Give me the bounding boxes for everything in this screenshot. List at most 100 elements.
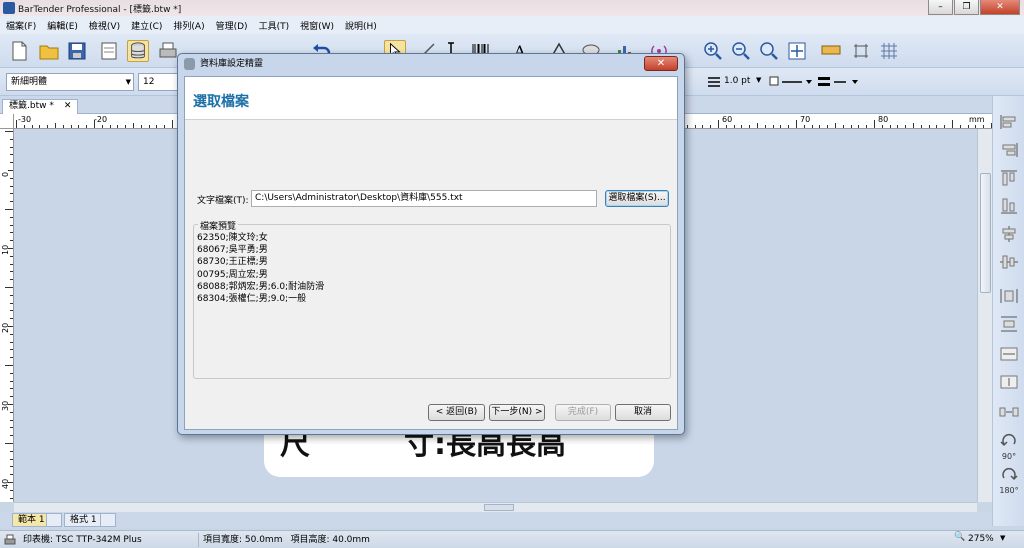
grid-icon[interactable]	[878, 40, 900, 62]
ruler-tick	[733, 125, 735, 128]
close-window-button[interactable]: ✕	[980, 0, 1020, 15]
chevron-down-icon[interactable]: ▼	[756, 76, 761, 84]
align-right-icon[interactable]	[998, 140, 1020, 160]
ruler-tick	[10, 318, 13, 320]
zoom-level[interactable]: 275%	[968, 534, 994, 544]
zoom-out-icon[interactable]	[730, 40, 752, 62]
fill-style-icon[interactable]	[816, 74, 860, 90]
ruler-label: 80	[878, 115, 889, 124]
ruler-tick	[959, 125, 961, 128]
ruler-tick	[944, 125, 946, 128]
font-name-select[interactable]: 新細明體 ▼	[6, 73, 134, 91]
ruler-tick	[8, 170, 13, 171]
fit-page-icon[interactable]	[786, 40, 808, 62]
ruler-tick	[55, 123, 56, 128]
ruler-tick	[936, 125, 938, 128]
add-template-icon[interactable]	[46, 513, 62, 527]
menu-tools[interactable]: 工具(T)	[259, 19, 290, 32]
close-tab-icon[interactable]: ✕	[64, 101, 72, 111]
ruler-tick	[905, 125, 907, 128]
distribute-vertical-icon[interactable]	[998, 314, 1020, 334]
print-icon[interactable]	[157, 40, 179, 62]
menu-edit[interactable]: 編輯(E)	[47, 19, 78, 32]
dialog-close-button[interactable]: ✕	[644, 56, 678, 71]
zoom-icon: 🔍	[954, 532, 966, 542]
back-button[interactable]: < 返回(B)	[428, 404, 485, 421]
cancel-button[interactable]: 取消	[615, 404, 671, 421]
new-document-icon[interactable]	[8, 40, 30, 62]
menu-help[interactable]: 說明(H)	[345, 19, 377, 32]
menu-window[interactable]: 視窗(W)	[300, 19, 334, 32]
distribute-horizontal-icon[interactable]	[998, 286, 1020, 306]
printer-status[interactable]: 印表機: TSC TTP-342M Plus	[19, 532, 199, 547]
menu-arrange[interactable]: 排列(A)	[173, 19, 204, 32]
preview-line: 68730;王正標;男	[197, 257, 268, 268]
ruler-tick	[819, 125, 821, 128]
save-icon[interactable]	[66, 40, 88, 62]
menu-view[interactable]: 檢視(V)	[89, 19, 120, 32]
printer-icon	[4, 534, 16, 544]
ruler-tick	[10, 294, 13, 296]
font-size-select[interactable]: 12	[138, 73, 178, 91]
menu-file[interactable]: 檔案(F)	[6, 19, 36, 32]
database-icon[interactable]	[127, 40, 149, 62]
ruler-tick	[10, 333, 13, 335]
minimize-button[interactable]: –	[928, 0, 953, 15]
document-tab[interactable]: 標籤.btw * ✕	[2, 99, 79, 114]
chevron-down-icon[interactable]: ▼	[1000, 534, 1005, 542]
tab-format-1[interactable]: 格式 1	[64, 513, 103, 527]
vertical-scrollbar[interactable]	[977, 129, 992, 502]
ruler-tick	[10, 497, 13, 499]
add-format-icon[interactable]	[100, 513, 116, 527]
align-bottom-icon[interactable]	[998, 196, 1020, 216]
restore-button[interactable]: ❐	[954, 0, 979, 15]
line-style-icon[interactable]	[768, 74, 812, 90]
ruler-tick	[172, 120, 173, 128]
ruler-corner	[0, 114, 14, 129]
menu-manage[interactable]: 管理(D)	[216, 19, 248, 32]
ruler-tick	[78, 125, 80, 128]
space-evenly-icon[interactable]	[998, 402, 1020, 422]
status-bar: 印表機: TSC TTP-342M Plus 項目寬度: 50.0mm 項目高度…	[0, 530, 1024, 548]
ruler-tick	[10, 427, 13, 429]
ruler-tick	[788, 125, 790, 128]
wizard-heading: 選取檔案	[193, 94, 249, 110]
finish-button[interactable]: 完成(F)	[555, 404, 611, 421]
center-horizontal-icon[interactable]	[998, 224, 1020, 244]
scroll-thumb[interactable]	[980, 173, 991, 293]
center-vertical-icon[interactable]	[998, 252, 1020, 272]
ruler-tick	[5, 365, 13, 366]
ruler-icon[interactable]	[820, 40, 842, 62]
ruler-tick	[913, 123, 914, 128]
ruler-tick	[897, 125, 899, 128]
database-icon	[184, 58, 195, 70]
rotate-180-label: 180°	[999, 486, 1019, 495]
scroll-thumb[interactable]	[484, 504, 514, 511]
ruler-label: 30	[1, 400, 10, 411]
open-folder-icon[interactable]	[38, 40, 60, 62]
text-file-path-input[interactable]: C:\Users\Administrator\Desktop\資料庫\555.t…	[251, 190, 597, 207]
ruler-tick	[140, 125, 142, 128]
rotate-90-icon[interactable]	[998, 432, 1020, 452]
zoom-fit-icon[interactable]	[758, 40, 780, 62]
same-height-icon[interactable]	[998, 372, 1020, 392]
ruler-tick	[16, 120, 17, 128]
horizontal-scrollbar[interactable]	[14, 502, 977, 512]
page-setup-icon[interactable]	[98, 40, 120, 62]
rotate-180-icon[interactable]	[998, 466, 1020, 486]
ruler-tick	[757, 123, 758, 128]
ruler-tick	[10, 185, 13, 187]
zoom-in-icon[interactable]	[702, 40, 724, 62]
snap-grid-icon[interactable]	[850, 40, 872, 62]
ruler-tick	[741, 125, 743, 128]
ruler-tick	[952, 120, 953, 128]
same-width-icon[interactable]	[998, 344, 1020, 364]
align-top-icon[interactable]	[998, 168, 1020, 188]
ruler-label: 10	[1, 244, 10, 255]
tab-template-1[interactable]: 範本 1	[12, 513, 51, 527]
menu-create[interactable]: 建立(C)	[131, 19, 162, 32]
line-width-value[interactable]: 1.0 pt	[724, 76, 750, 86]
align-left-icon[interactable]	[998, 112, 1020, 132]
browse-file-button[interactable]: 選取檔案(S)...	[605, 190, 669, 207]
next-button[interactable]: 下一步(N) >	[489, 404, 545, 421]
